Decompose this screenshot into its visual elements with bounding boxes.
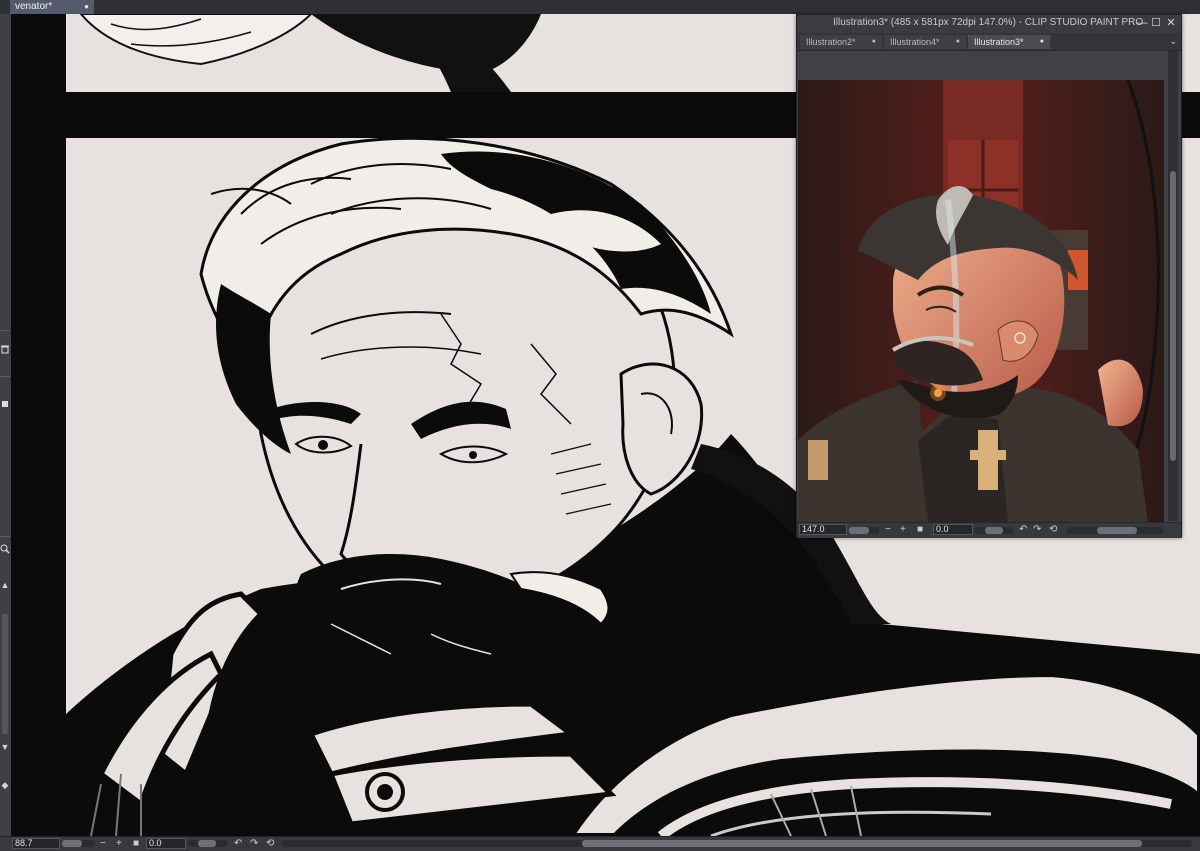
tab-label: Illustration2* [806,37,856,47]
main-horizontal-scrollbar[interactable] [282,840,1192,847]
zoom-in-icon[interactable]: + [900,523,906,536]
rotation-slider[interactable] [188,840,228,847]
rotate-right-icon[interactable]: ↷ [1033,523,1041,536]
scrollbar-thumb[interactable] [1170,171,1176,461]
zoom-out-icon[interactable]: − [885,523,891,536]
main-status-bar: 88.7 − + ■ 0.0 ↶ ↷ ⟲ [0,836,1200,851]
sub-rotation-field[interactable]: 0.0 [933,524,973,535]
tab-close-icon[interactable]: ● [956,35,960,49]
zoom-in-icon[interactable]: + [116,837,122,850]
maximize-icon[interactable]: ☐ [1149,16,1163,30]
tab-label: venator* [15,1,53,12]
reference-painting [798,80,1164,522]
reset-icon[interactable]: ⟲ [1049,523,1057,536]
zoom-out-icon[interactable]: − [100,837,106,850]
sub-window-tab-bar: Illustration2* ● Illustration4* ● Illust… [797,33,1181,51]
sub-view-window[interactable]: Illustration3* (485 x 581px 72dpi 147.0%… [796,14,1182,538]
chevron-down-icon[interactable]: ⌄ [1169,36,1177,47]
vertical-scrollbar[interactable] [2,614,8,734]
tab-illustration3[interactable]: Illustration3* ● [968,35,1050,49]
sub-status-bar: 147.0 − + ■ 0.0 ↶ ↷ ⟲ [797,522,1181,538]
minimize-icon[interactable]: — [1135,16,1149,30]
rotate-left-icon[interactable]: ↶ [234,837,242,850]
scroll-down-icon[interactable]: ▼ [0,742,10,752]
sub-zoom-field[interactable]: 147.0 [799,524,847,535]
layer-icon[interactable] [0,400,10,410]
tab-illustration2[interactable]: Illustration2* ● [800,35,882,49]
reset-icon[interactable]: ⟲ [266,837,274,850]
tab-label: Illustration3* [974,37,1024,47]
zoom-field[interactable]: 88.7 [12,838,60,849]
magnifier-icon[interactable] [0,544,10,556]
divider [0,536,10,537]
divider [0,376,10,377]
rotate-left-icon[interactable]: ↶ [1019,523,1027,536]
trash-icon[interactable] [0,344,10,356]
fit-icon[interactable]: ■ [917,523,923,536]
rotate-right-icon[interactable]: ↷ [250,837,258,850]
sub-canvas[interactable] [798,80,1164,522]
sub-window-titlebar[interactable]: Illustration3* (485 x 581px 72dpi 147.0%… [797,15,1181,33]
sub-rotation-slider[interactable] [975,527,1013,534]
rotation-field[interactable]: 0.0 [146,838,186,849]
tab-close-icon[interactable]: ● [1040,35,1044,49]
document-tab-bar: venator* ● [0,0,1200,15]
scroll-up-icon[interactable]: ▲ [0,580,10,590]
zoom-slider[interactable] [62,840,94,847]
divider [0,330,10,331]
sub-horizontal-scrollbar[interactable] [1067,527,1163,534]
tab-label: Illustration4* [890,37,940,47]
close-icon[interactable]: ✕ [1164,16,1178,30]
tab-illustration4[interactable]: Illustration4* ● [884,35,966,49]
tab-close-icon[interactable]: ● [872,35,876,49]
scroll-indicator-icon[interactable]: ◆ [0,780,10,791]
sub-window-title: Illustration3* (485 x 581px 72dpi 147.0%… [833,17,1144,28]
tab-venator[interactable]: venator* ● [10,0,94,14]
sub-vertical-scrollbar[interactable] [1168,51,1178,521]
sub-zoom-slider[interactable] [849,527,879,534]
fit-icon[interactable]: ■ [133,837,139,850]
tab-close-icon[interactable]: ● [84,0,89,14]
